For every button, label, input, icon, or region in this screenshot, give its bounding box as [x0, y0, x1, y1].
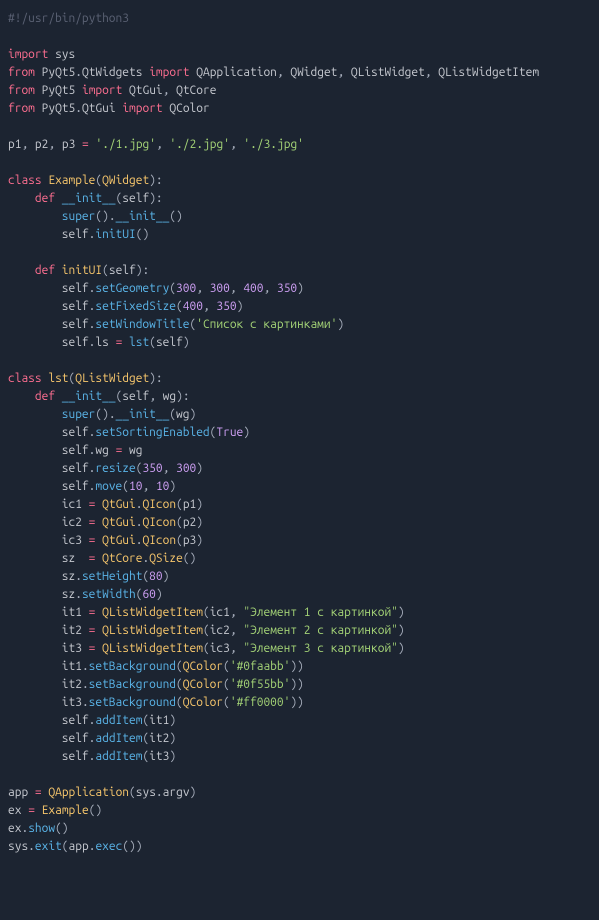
shebang-line: #!/usr/bin/python3 — [8, 12, 129, 25]
code-editor: #!/usr/bin/python3 import sys from PyQt5… — [0, 0, 599, 920]
